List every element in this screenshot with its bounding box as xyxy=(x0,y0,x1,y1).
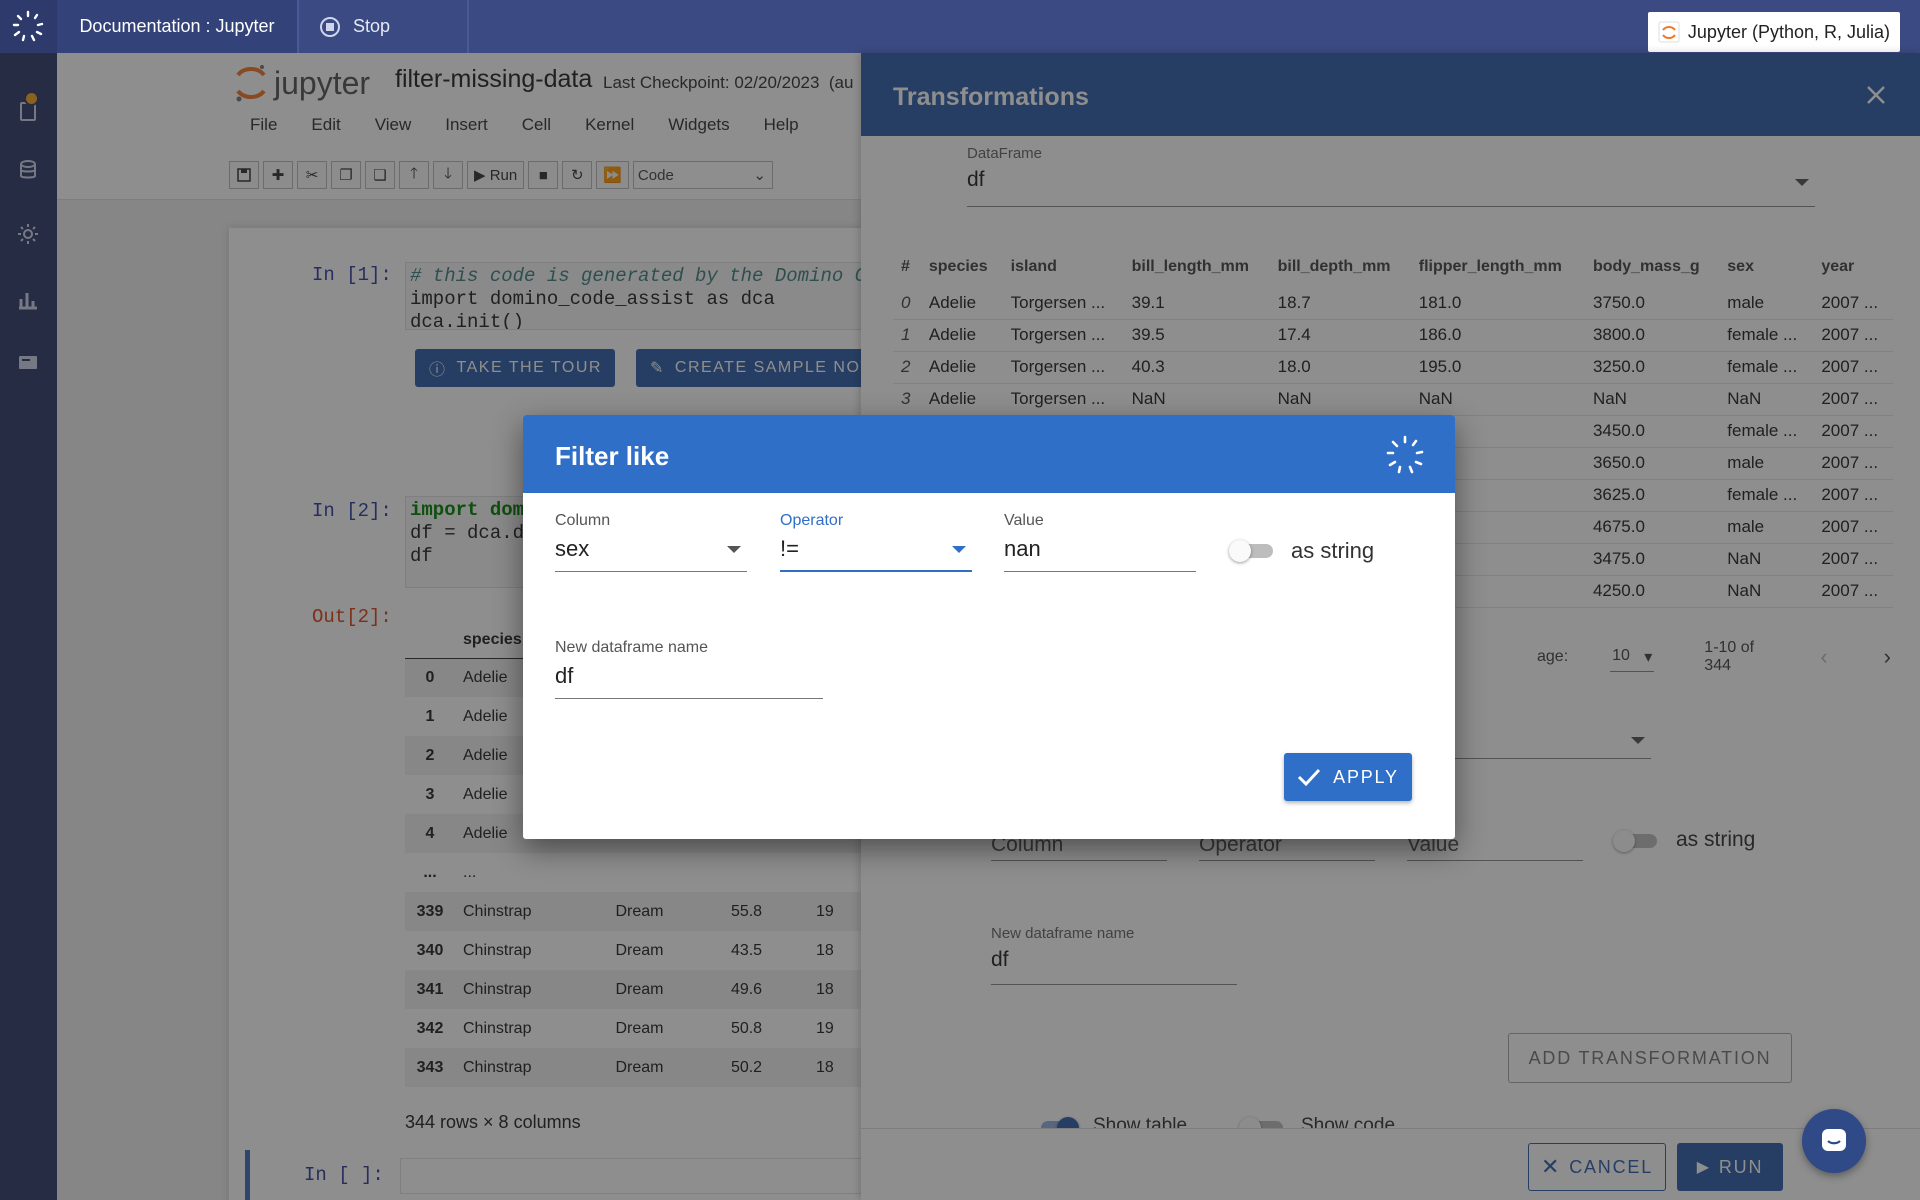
jupyter-icon xyxy=(1658,21,1680,43)
underline xyxy=(1004,571,1196,572)
underline xyxy=(780,570,972,572)
underline xyxy=(555,571,747,572)
value-label: Value xyxy=(1004,512,1044,529)
chevron-down-icon xyxy=(727,546,741,553)
operator-select[interactable]: Operator != xyxy=(780,512,972,572)
workspace-title: Documentation : Jupyter xyxy=(79,16,275,36)
environment-label: Jupyter (Python, R, Julia) xyxy=(1687,21,1890,42)
chat-button[interactable] xyxy=(1802,1109,1866,1173)
column-select[interactable]: Column sex xyxy=(555,512,747,572)
environment-button[interactable]: Jupyter (Python, R, Julia) xyxy=(1647,12,1900,52)
domino-logo-icon xyxy=(1386,435,1424,474)
check-icon xyxy=(1298,768,1321,787)
divider xyxy=(297,0,299,53)
apply-button[interactable]: APPLY xyxy=(1284,753,1412,801)
divider xyxy=(467,0,469,53)
stop-button[interactable]: Stop xyxy=(301,0,467,53)
workspace-title-tab[interactable]: Documentation : Jupyter xyxy=(57,0,297,53)
underline xyxy=(555,698,823,699)
new-dataframe-label: New dataframe name xyxy=(555,639,708,656)
value-value: nan xyxy=(1004,536,1041,561)
apply-label: APPLY xyxy=(1333,766,1399,787)
new-dataframe-input[interactable]: New dataframe name df xyxy=(555,639,823,699)
as-string-toggle[interactable] xyxy=(1229,540,1273,562)
domino-logo-icon[interactable] xyxy=(9,7,47,45)
chevron-down-icon xyxy=(952,546,966,553)
stop-label: Stop xyxy=(353,16,391,36)
value-input[interactable]: Value nan xyxy=(1004,512,1196,572)
dialog-title: Filter like xyxy=(555,441,670,471)
toggle-knob xyxy=(1229,540,1251,562)
stop-icon xyxy=(320,16,340,37)
dialog-header: Filter like xyxy=(523,415,1455,493)
as-string-label: as string xyxy=(1291,538,1375,563)
column-value: sex xyxy=(555,536,590,561)
operator-value: != xyxy=(780,536,799,561)
column-label: Column xyxy=(555,512,611,529)
new-dataframe-value: df xyxy=(555,663,574,688)
top-bar: Documentation : Jupyter Stop Jupyter (Py… xyxy=(57,0,1920,53)
operator-label: Operator xyxy=(780,512,844,529)
chat-icon xyxy=(1822,1129,1846,1151)
filter-like-dialog: Filter like Column sex Operator != Value… xyxy=(523,415,1455,839)
